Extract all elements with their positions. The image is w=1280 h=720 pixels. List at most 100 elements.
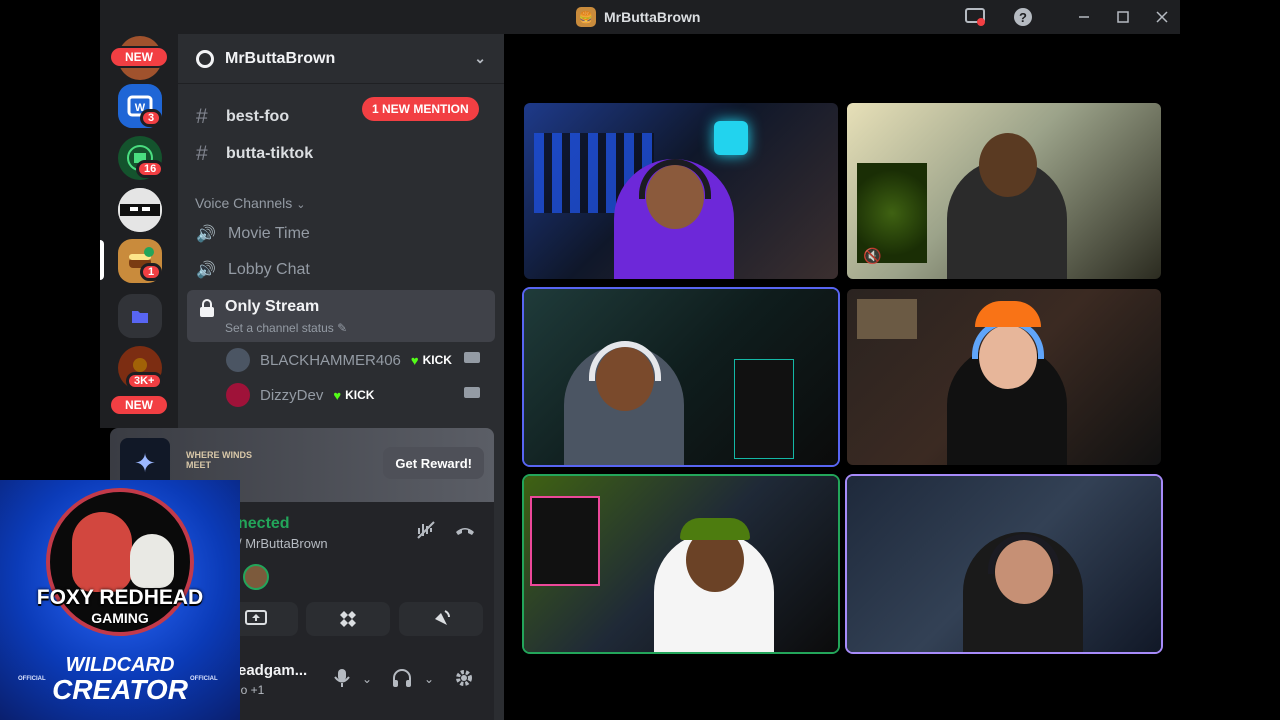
server-name: MrButtaBrown xyxy=(225,49,336,67)
fox-ears xyxy=(975,301,1041,327)
chevron-down-icon[interactable]: ⌄ xyxy=(424,672,434,686)
kick-tag: ♥ KICK xyxy=(411,353,452,368)
voice-channel-lobby-chat[interactable]: 🔊 Lobby Chat xyxy=(188,253,494,287)
voice-channel-label: Movie Time xyxy=(228,225,310,242)
heart-icon: ♥ xyxy=(410,352,419,368)
video-tile[interactable] xyxy=(847,476,1161,652)
avatar xyxy=(226,383,250,407)
skull-illustration xyxy=(130,534,174,588)
logo-subtitle: GAMING xyxy=(91,610,149,626)
channel-status[interactable]: Set a channel status ✎ xyxy=(225,321,347,335)
member-name: BLACKHAMMER406 xyxy=(260,351,401,369)
maximize-icon[interactable] xyxy=(1110,5,1136,29)
video-tile[interactable] xyxy=(847,289,1161,465)
notification-badge: 16 xyxy=(136,160,165,178)
wall-poster xyxy=(857,299,917,339)
streamer-head xyxy=(979,133,1037,197)
chevron-down-icon[interactable]: ⌄ xyxy=(362,672,372,686)
folder-item[interactable] xyxy=(118,294,162,338)
speaker-icon: 🔊 xyxy=(196,226,216,243)
channel-status-text: Set a channel status xyxy=(225,321,334,335)
video-tile[interactable] xyxy=(524,476,838,652)
chevron-down-icon: ⌄ xyxy=(296,199,306,211)
inbox-icon[interactable] xyxy=(962,5,988,29)
voice-location[interactable]: / MrButtaBrown xyxy=(238,536,328,551)
logo-title: FOXY REDHEAD xyxy=(36,586,204,609)
discord-window: 🍔 MrButtaBrown ? NEW W 3 16 1 3K+ NEW Mr… xyxy=(100,0,1180,720)
server-rail: NEW W 3 16 1 3K+ NEW xyxy=(100,34,178,428)
chevron-down-icon[interactable]: ⌄ xyxy=(474,50,486,67)
microphone-icon[interactable] xyxy=(334,668,350,693)
soundboard-button[interactable] xyxy=(399,602,483,636)
avatar[interactable] xyxy=(243,564,269,590)
mute-icon: 🔇 xyxy=(863,248,882,265)
kick-tag: ♥ KICK xyxy=(333,388,374,403)
official-label: OFFICIAL xyxy=(190,676,218,682)
settings-icon[interactable] xyxy=(454,668,474,693)
window-title-text: MrButtaBrown xyxy=(604,9,701,25)
close-icon[interactable] xyxy=(1149,5,1175,29)
official-label: OFFICIAL xyxy=(18,676,46,682)
avatar xyxy=(226,348,250,372)
user-status: io +1 xyxy=(238,683,265,697)
stream-overlay-logo: FOXY REDHEAD GAMING WILDCARD CREATOR OFF… xyxy=(0,480,240,720)
video-tile[interactable]: 🔇 xyxy=(847,103,1161,279)
get-reward-button[interactable]: Get Reward! xyxy=(383,447,484,479)
title-bar: 🍔 MrButtaBrown ? xyxy=(100,0,1180,34)
server-item[interactable] xyxy=(118,188,162,232)
kick-label: KICK xyxy=(422,353,452,367)
video-tile[interactable] xyxy=(524,103,838,279)
promo-game-title: WHERE WINDS MEET xyxy=(186,450,252,470)
voice-category[interactable]: Voice Channels ⌄ xyxy=(195,195,305,211)
voice-channel-label: Only Stream xyxy=(225,298,320,315)
kick-label: KICK xyxy=(345,388,375,402)
hash-icon: # xyxy=(196,105,208,128)
voice-member[interactable]: BLACKHAMMER406 ♥ KICK xyxy=(226,345,488,375)
soundboard-icon xyxy=(435,610,450,625)
voice-channel-label: Lobby Chat xyxy=(228,261,310,278)
disconnect-icon[interactable] xyxy=(454,520,476,545)
noise-suppression-icon[interactable] xyxy=(416,520,436,545)
pc-tower xyxy=(734,359,794,459)
voice-channel-movie-time[interactable]: 🔊 Movie Time xyxy=(188,217,494,251)
hash-icon: # xyxy=(196,142,208,165)
user-name[interactable]: eadgam... xyxy=(238,662,307,679)
svg-text:?: ? xyxy=(1019,10,1027,25)
notification-badge: 3K+ xyxy=(126,372,163,390)
video-tile[interactable] xyxy=(524,289,838,465)
voice-category-label: Voice Channels xyxy=(195,195,293,211)
minimize-icon[interactable] xyxy=(1071,5,1097,29)
speaker-icon: 🔊 xyxy=(196,262,216,279)
notification-badge: 3 xyxy=(140,109,163,127)
member-name: DizzyDev xyxy=(260,386,324,404)
active-server-marker xyxy=(100,240,104,280)
cap xyxy=(680,518,750,540)
cog-icon xyxy=(196,49,214,68)
activity-button[interactable] xyxy=(306,602,390,636)
headphones-icon[interactable] xyxy=(392,668,412,693)
heart-icon: ♥ xyxy=(333,387,342,403)
server-icon: 🍔 xyxy=(576,7,596,27)
voice-channel-only-stream[interactable]: Only Stream Set a channel status ✎ xyxy=(187,290,495,342)
new-pill: NEW xyxy=(109,46,169,68)
channel-label: best-foo xyxy=(226,108,290,125)
screen-share-icon xyxy=(245,610,267,625)
help-icon[interactable]: ? xyxy=(1010,5,1036,29)
lock-icon xyxy=(200,299,214,317)
pc-tower xyxy=(530,496,600,586)
camera-icon xyxy=(464,352,480,363)
channel-butta-tiktok[interactable]: # butta-tiktok xyxy=(188,137,494,171)
voice-member[interactable]: DizzyDev ♥ KICK xyxy=(226,380,488,410)
headset xyxy=(589,341,661,381)
light-panel xyxy=(714,121,748,155)
channel-label: butta-tiktok xyxy=(226,145,314,162)
pencil-icon: ✎ xyxy=(337,321,348,335)
new-mention-pill[interactable]: 1 NEW MENTION xyxy=(362,97,479,121)
new-pill: NEW xyxy=(109,394,169,416)
server-header[interactable]: MrButtaBrown ⌄ xyxy=(178,34,504,84)
voice-state: nected xyxy=(238,515,290,532)
notification-badge: 1 xyxy=(140,263,163,281)
activity-icon xyxy=(340,611,356,627)
fox-girl-illustration xyxy=(72,512,132,592)
camera-icon xyxy=(464,387,480,398)
